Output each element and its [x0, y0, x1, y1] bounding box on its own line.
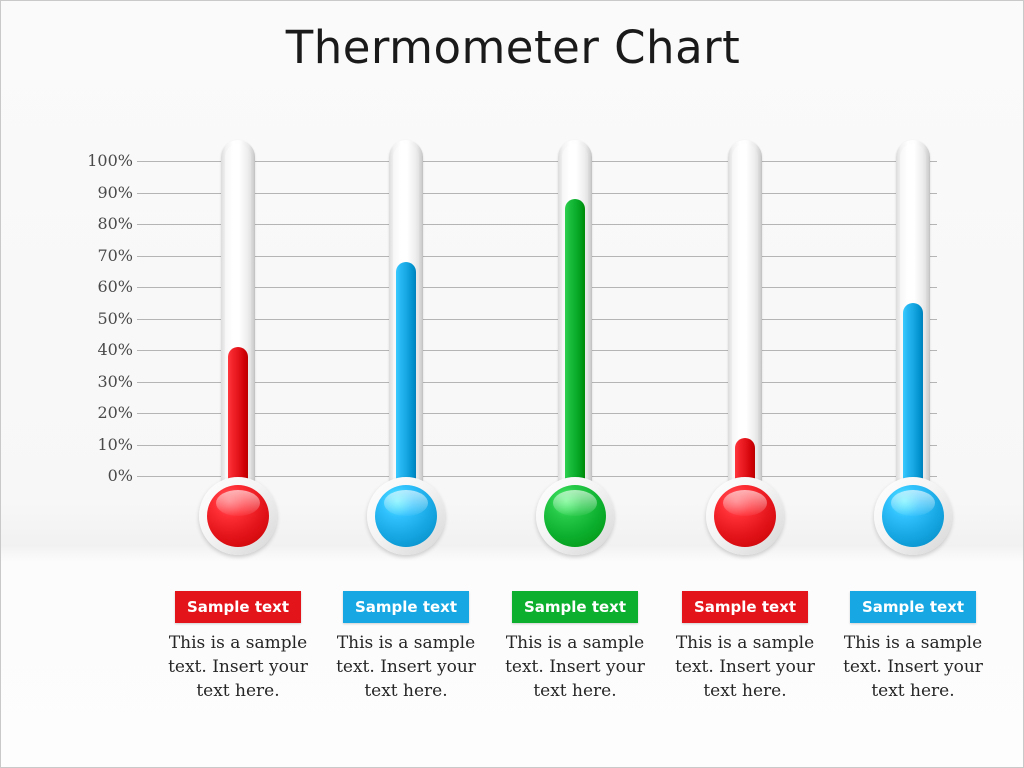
thermometer-fill [396, 261, 416, 489]
y-axis-tick-labels: 100% 90% 80% 70% 60% 50% 40% 30% 20% 10% 0% [63, 1, 133, 561]
sample-text-badge-3[interactable]: Sample text [512, 591, 638, 623]
sample-text-badge-4[interactable]: Sample text [682, 591, 808, 623]
y-axis-tick-label: 70% [97, 245, 133, 265]
sample-text-badge-5[interactable]: Sample text [850, 591, 976, 623]
y-axis-tick-label: 100% [87, 151, 133, 170]
thermometer-bulb [882, 485, 944, 547]
y-axis-tick-label: 90% [97, 182, 133, 202]
slide-canvas: Thermometer Chart 100% 90% 80% 70% 60% 50% 40%… [0, 0, 1024, 768]
y-axis-tick-label: 10% [97, 434, 133, 454]
y-axis-tick-label: 50% [97, 308, 133, 328]
y-axis-tick-label: 60% [97, 277, 133, 296]
thermometer-fill [565, 198, 585, 489]
thermometer-bulb [207, 485, 269, 547]
sample-text-badge-2[interactable]: Sample text [343, 591, 469, 623]
thermometer-bulb [714, 485, 776, 547]
thermometer-bulb [544, 485, 606, 547]
caption-text-5: This is a sample text. Insert your text … [843, 633, 983, 701]
thermometer-fill [903, 302, 923, 489]
y-axis-tick-label: 0% [107, 466, 133, 485]
y-axis-tick-label: 80% [97, 214, 133, 233]
thermometer-5[interactable] [858, 1, 968, 561]
thermometer-1[interactable] [183, 1, 293, 561]
y-axis-tick-label: 30% [97, 371, 133, 391]
chart-plot-area: 100% 90% 80% 70% 60% 50% 40% 30% 20% 10% 0% [1, 1, 1023, 561]
thermometer-fill [228, 346, 248, 489]
thermometer-bulb [375, 485, 437, 547]
caption-text-2: This is a sample text. Insert your text … [336, 633, 476, 701]
y-axis-tick-label: 20% [97, 403, 133, 422]
sample-text-badge-1[interactable]: Sample text [175, 591, 301, 623]
caption-text-1: This is a sample text. Insert your text … [168, 633, 308, 701]
caption-text-3: This is a sample text. Insert your text … [505, 633, 645, 701]
thermometer-tube-inner [732, 144, 758, 484]
thermometer-4[interactable] [690, 1, 800, 561]
thermometer-2[interactable] [351, 1, 461, 561]
caption-text-4: This is a sample text. Insert your text … [675, 633, 815, 701]
y-axis-tick-label: 40% [97, 340, 133, 359]
thermometer-3[interactable] [520, 1, 630, 561]
